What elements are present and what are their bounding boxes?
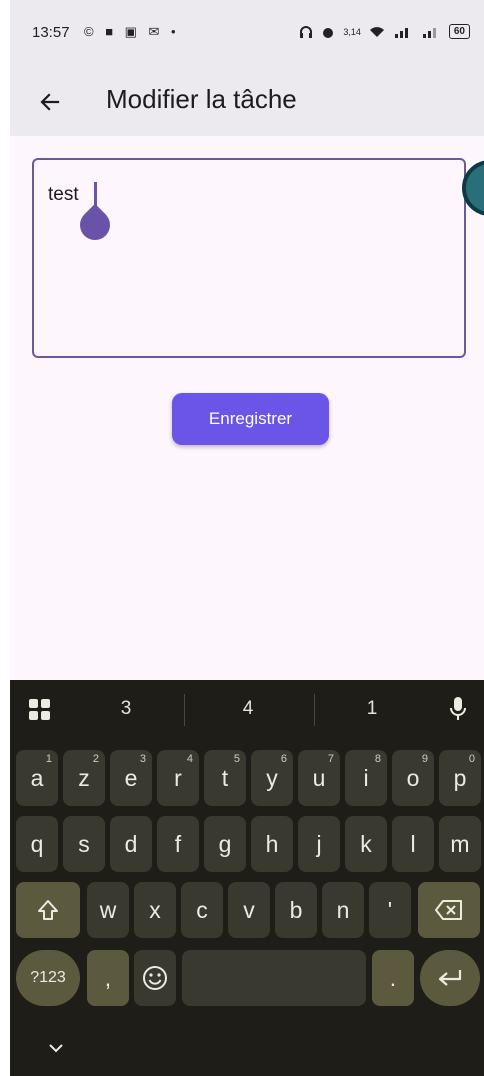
key-r[interactable]: r4 xyxy=(157,750,199,806)
backspace-key[interactable] xyxy=(418,882,480,938)
key-t[interactable]: t5 xyxy=(204,750,246,806)
key-f[interactable]: f xyxy=(157,816,199,872)
apps-grid-button[interactable] xyxy=(28,698,52,727)
system-icons: 3,14 60 xyxy=(299,24,470,39)
key-hint: 7 xyxy=(327,753,334,765)
key-label: y xyxy=(266,764,278,791)
key-m[interactable]: m xyxy=(439,816,481,872)
key-label: r xyxy=(174,764,182,791)
status-time: 13:57 xyxy=(32,24,70,41)
key-y[interactable]: y6 xyxy=(251,750,293,806)
key-j[interactable]: j xyxy=(298,816,340,872)
suggestion-3[interactable]: 1 xyxy=(342,698,402,720)
caret-drag-handle[interactable] xyxy=(73,203,117,247)
back-arrow-icon xyxy=(40,93,60,111)
key-u[interactable]: u7 xyxy=(298,750,340,806)
notification-icons: © ■ ▣ ✉ • xyxy=(84,24,180,39)
on-screen-keyboard: 3 4 1 a1 z2 e3 r4 t5 y6 u7 i8 o9 p0 q s … xyxy=(10,680,484,1076)
key-a[interactable]: a1 xyxy=(16,750,58,806)
key-label: u xyxy=(312,764,326,791)
task-text-value[interactable]: test xyxy=(48,184,79,206)
status-bar: 13:57 © ■ ▣ ✉ • 3,14 60 xyxy=(10,0,484,68)
key-hint: 8 xyxy=(374,753,381,765)
comma-key[interactable]: , xyxy=(87,950,129,1006)
backspace-icon xyxy=(435,900,462,920)
key-s[interactable]: s xyxy=(63,816,105,872)
app-bar: Modifier la tâche xyxy=(10,68,484,136)
key-o[interactable]: o9 xyxy=(392,750,434,806)
key-hint: 4 xyxy=(186,753,193,765)
key-hint: 3 xyxy=(139,753,146,765)
keyboard-hide-icon xyxy=(49,1044,63,1053)
shift-key[interactable] xyxy=(16,882,80,938)
key-b[interactable]: b xyxy=(275,882,317,938)
key-d[interactable]: d xyxy=(110,816,152,872)
key-hint: 9 xyxy=(421,753,428,765)
suggestion-divider xyxy=(314,694,315,726)
key-hint: 6 xyxy=(280,753,287,765)
key-v[interactable]: v xyxy=(228,882,270,938)
suggestion-divider xyxy=(184,694,185,726)
key-c[interactable]: c xyxy=(181,882,223,938)
key-n[interactable]: n xyxy=(322,882,364,938)
key-z[interactable]: z2 xyxy=(63,750,105,806)
key-h[interactable]: h xyxy=(251,816,293,872)
key-apostrophe[interactable]: ' xyxy=(369,882,411,938)
task-text-field[interactable]: test xyxy=(32,158,466,358)
key-l[interactable]: l xyxy=(392,816,434,872)
enter-key[interactable] xyxy=(420,950,480,1006)
period-key[interactable]: . xyxy=(372,950,414,1006)
key-hint: 1 xyxy=(45,753,52,765)
key-label: i xyxy=(363,764,369,791)
emoji-key[interactable] xyxy=(134,950,176,1006)
key-k[interactable]: k xyxy=(345,816,387,872)
save-button[interactable]: Enregistrer xyxy=(172,393,329,445)
enter-icon xyxy=(438,970,462,986)
key-w[interactable]: w xyxy=(87,882,129,938)
app-screen: 13:57 © ■ ▣ ✉ • 3,14 60 Modifier la tâch… xyxy=(10,0,484,1076)
key-label: t xyxy=(221,764,229,791)
voice-input-button[interactable] xyxy=(448,696,468,727)
key-g[interactable]: g xyxy=(204,816,246,872)
apps-grid-icon xyxy=(29,699,50,720)
suggestion-1[interactable]: 3 xyxy=(96,698,156,720)
key-i[interactable]: i8 xyxy=(345,750,387,806)
hide-keyboard-button[interactable] xyxy=(44,1036,68,1060)
shift-icon xyxy=(38,900,58,920)
wifi-icon xyxy=(369,26,384,37)
signal-icon-2 xyxy=(422,27,436,38)
back-button[interactable] xyxy=(30,82,70,122)
key-hint: 5 xyxy=(233,753,240,765)
battery-indicator: 60 xyxy=(448,24,470,39)
key-label: z xyxy=(78,764,90,791)
alarm-icon xyxy=(323,27,334,38)
key-e[interactable]: e3 xyxy=(110,750,152,806)
headphones-icon xyxy=(300,25,313,38)
key-p[interactable]: p0 xyxy=(439,750,481,806)
suggestion-2[interactable]: 4 xyxy=(218,698,278,720)
key-label: o xyxy=(406,764,420,791)
key-x[interactable]: x xyxy=(134,882,176,938)
space-key[interactable] xyxy=(182,950,366,1006)
page-title: Modifier la tâche xyxy=(106,84,297,114)
key-hint: 2 xyxy=(92,753,99,765)
signal-icon xyxy=(394,27,408,38)
microphone-icon xyxy=(450,697,466,720)
symbols-key[interactable]: ?123 xyxy=(16,950,80,1006)
key-label: a xyxy=(30,764,44,791)
key-label: e xyxy=(124,764,138,791)
key-hint: 0 xyxy=(468,753,475,765)
suggestion-strip: 3 4 1 xyxy=(10,680,484,738)
network-speed: 3,14 xyxy=(343,26,361,37)
key-label: p xyxy=(453,764,467,791)
emoji-icon xyxy=(143,966,167,990)
key-q[interactable]: q xyxy=(16,816,58,872)
